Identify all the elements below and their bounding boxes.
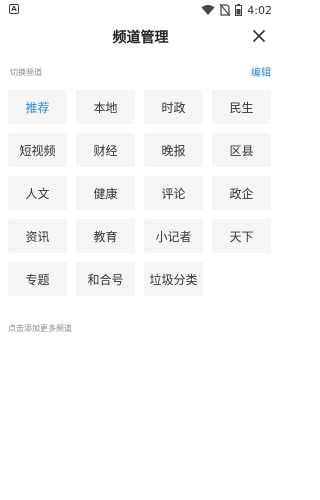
channel-chip[interactable]: 天下	[212, 219, 271, 253]
channel-chip[interactable]: 财经	[76, 133, 135, 167]
channel-chip[interactable]: 本地	[76, 90, 135, 124]
add-more-hint: 点击添加更多频道	[8, 324, 72, 333]
channel-chip[interactable]: 区县	[212, 133, 271, 167]
header: 频道管理	[0, 22, 281, 52]
channel-grid: 推荐 本地 时政 民生短视频 财经 晚报 区县人文 健康 评论 政企资讯 教育 小记者 天下专题 和合号垃…	[8, 90, 274, 296]
status-time: 4:02	[247, 3, 272, 17]
channel-chip[interactable]: 人文	[8, 176, 67, 210]
channel-chip[interactable]: 教育	[76, 219, 135, 253]
channel-chip[interactable]: 和合号	[76, 262, 135, 296]
channel-chip[interactable]: 推荐	[8, 90, 67, 124]
channel-chip[interactable]: 时政	[144, 90, 203, 124]
no-sim-icon	[220, 4, 231, 16]
wifi-icon	[201, 5, 215, 15]
status-icons: 4:02	[201, 2, 272, 18]
section-header: 切换频道 编辑	[10, 64, 271, 80]
channel-chip[interactable]: 小记者	[144, 219, 203, 253]
channel-chip[interactable]: 健康	[76, 176, 135, 210]
close-icon	[252, 29, 266, 43]
channel-chip[interactable]: 短视频	[8, 133, 67, 167]
channel-chip[interactable]: 政企	[212, 176, 271, 210]
channel-chip[interactable]: 专题	[8, 262, 67, 296]
close-button[interactable]	[249, 26, 269, 46]
status-bar: A 4:02	[0, 0, 281, 21]
page-title: 频道管理	[112, 30, 169, 46]
edit-button[interactable]: 编辑	[251, 64, 271, 79]
section-label: 切换频道	[10, 68, 42, 77]
channel-chip[interactable]: 资讯	[8, 219, 67, 253]
channel-chip[interactable]: 晚报	[144, 133, 203, 167]
notification-a-icon: A	[9, 4, 19, 14]
battery-icon	[235, 4, 243, 16]
channel-chip[interactable]: 民生	[212, 90, 271, 124]
channel-chip[interactable]: 评论	[144, 176, 203, 210]
channel-chip[interactable]: 垃圾分类	[144, 262, 203, 296]
